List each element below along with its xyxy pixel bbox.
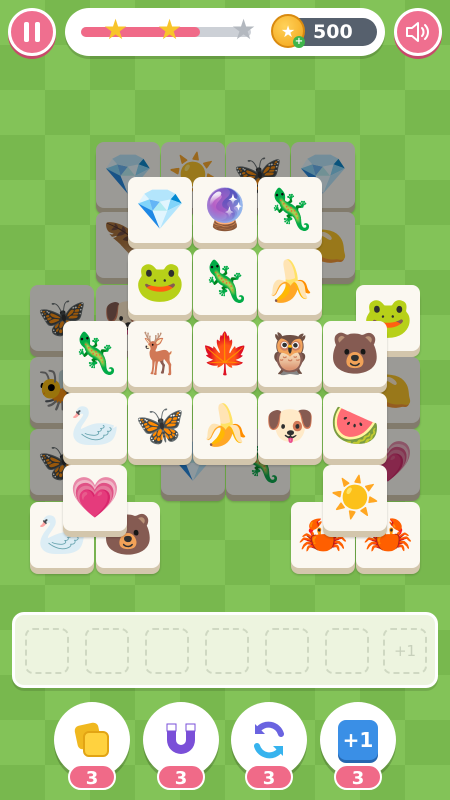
- refresh-count-badge: 3: [245, 764, 293, 790]
- plus-one-label: +1: [338, 720, 378, 760]
- tray-slot-5: [265, 628, 309, 674]
- tile-board: 💎 ☀️ 🦋 💎 🪶 🍋 🦋 🐶 🐸 🐝 🍋 🦋 💎 🦎 💗 🦢 🐻 🦀 🦀 💎…: [0, 0, 450, 600]
- stacked-tiles-icon: [69, 717, 115, 763]
- tray-extra-slot: +1: [383, 628, 427, 674]
- tile-banana[interactable]: 🍌: [258, 249, 322, 315]
- tile-swan[interactable]: 🦢: [63, 393, 127, 459]
- tile-heart[interactable]: 💗: [63, 465, 127, 531]
- tile-owl[interactable]: 🦉: [258, 321, 322, 387]
- tile-frog[interactable]: 🐸: [128, 249, 192, 315]
- magnet-count-badge: 3: [157, 764, 205, 790]
- refresh-button[interactable]: 3: [231, 702, 307, 790]
- shuffle-tiles-button[interactable]: 3: [54, 702, 130, 790]
- tile-dog[interactable]: 🐶: [258, 393, 322, 459]
- tile-rainbow-ball[interactable]: 🔮: [193, 177, 257, 243]
- tile-chameleon[interactable]: 🦎: [258, 177, 322, 243]
- tile-chameleon[interactable]: 🦎: [193, 249, 257, 315]
- refresh-icon: [246, 717, 292, 763]
- tile-maple-leaf[interactable]: 🍁: [193, 321, 257, 387]
- tile-watermelon[interactable]: 🍉: [323, 393, 387, 459]
- magnet-icon: [158, 717, 204, 763]
- tile-chameleon[interactable]: 🦎: [63, 321, 127, 387]
- tile-gem[interactable]: 💎: [128, 177, 192, 243]
- magnet-button[interactable]: 3: [143, 702, 219, 790]
- tray-slot-6: [325, 628, 369, 674]
- matching-tray: +1: [12, 612, 438, 688]
- tile-sun[interactable]: ☀️: [323, 465, 387, 531]
- plus-one-icon: +1: [335, 717, 381, 763]
- tray-slot-4: [205, 628, 249, 674]
- shuffle-count-badge: 3: [68, 764, 116, 790]
- tile-bear[interactable]: 🐻: [323, 321, 387, 387]
- tile-deer[interactable]: 🦌: [128, 321, 192, 387]
- tray-slot-2: [85, 628, 129, 674]
- tile-banana[interactable]: 🍌: [193, 393, 257, 459]
- add-slot-button[interactable]: +1 3: [320, 702, 396, 790]
- tray-slot-1: [25, 628, 69, 674]
- add-slot-count-badge: 3: [334, 764, 382, 790]
- tile-butterfly[interactable]: 🦋: [128, 393, 192, 459]
- tray-slot-3: [145, 628, 189, 674]
